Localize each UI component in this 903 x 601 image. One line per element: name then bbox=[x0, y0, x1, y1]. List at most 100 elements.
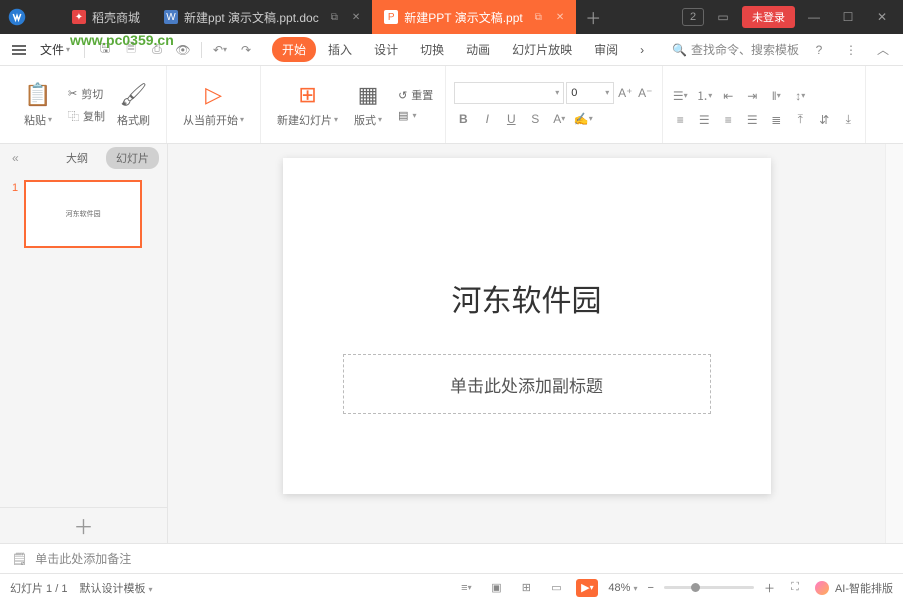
copy-button[interactable]: ⿻复制 bbox=[64, 106, 109, 126]
close-icon[interactable]: ✕ bbox=[556, 12, 564, 23]
bold-button[interactable]: B bbox=[454, 110, 472, 128]
bullets-button[interactable]: ☰▾ bbox=[671, 87, 689, 105]
slide[interactable]: 河东软件园 单击此处添加副标题 bbox=[283, 158, 771, 494]
collapse-ribbon-icon[interactable]: ︿ bbox=[871, 38, 895, 62]
group-slideshow: ▷ 从当前开始▾ bbox=[167, 66, 261, 143]
login-button[interactable]: 未登录 bbox=[742, 6, 795, 28]
template-name[interactable]: 默认设计模板 ▾ bbox=[79, 580, 152, 596]
tab-review[interactable]: 审阅 bbox=[584, 37, 628, 62]
maximize-button[interactable]: ☐ bbox=[833, 3, 863, 31]
tab-doc[interactable]: W 新建ppt 演示文稿.ppt.doc ⧉ ✕ bbox=[152, 0, 372, 34]
increase-indent-button[interactable]: ⇥ bbox=[743, 87, 761, 105]
help-icon[interactable]: ? bbox=[807, 38, 831, 62]
highlight-button[interactable]: ✍▾ bbox=[574, 110, 592, 128]
ai-label: AI-智能排版 bbox=[835, 580, 893, 596]
zoom-in-button[interactable]: ＋ bbox=[764, 580, 775, 596]
reading-view-icon[interactable]: ▭ bbox=[546, 579, 566, 597]
tab-slideshow[interactable]: 幻灯片放映 bbox=[502, 37, 582, 62]
align-left-button[interactable]: ≡ bbox=[671, 111, 689, 129]
collapse-panel-icon[interactable]: « bbox=[8, 151, 23, 165]
preview-icon[interactable]: 👁 bbox=[171, 38, 195, 62]
strikethrough-button[interactable]: S bbox=[526, 110, 544, 128]
increase-font-icon[interactable]: A⁺ bbox=[616, 84, 634, 102]
search-icon: 🔍 bbox=[672, 43, 687, 57]
layout-button[interactable]: ▦ 版式▾ bbox=[346, 78, 390, 132]
save-icon[interactable]: 🖫 bbox=[93, 38, 117, 62]
align-bottom-button[interactable]: ⤓ bbox=[839, 111, 857, 129]
file-menu[interactable]: 文件▾ bbox=[34, 41, 76, 58]
cut-button[interactable]: ✂剪切 bbox=[64, 84, 109, 104]
underline-button[interactable]: U bbox=[502, 110, 520, 128]
layout-icon: ▦ bbox=[358, 82, 379, 108]
tab-start[interactable]: 开始 bbox=[272, 37, 316, 62]
zoom-percent[interactable]: 48% ▾ bbox=[608, 582, 637, 594]
tab-animation[interactable]: 动画 bbox=[456, 37, 500, 62]
line-spacing-button[interactable]: ‖▾ bbox=[767, 87, 785, 105]
slide-title[interactable]: 河东软件园 bbox=[283, 276, 771, 320]
minimize-button[interactable]: — bbox=[799, 3, 829, 31]
font-color-button[interactable]: A▾ bbox=[550, 110, 568, 128]
tab-transition[interactable]: 切换 bbox=[410, 37, 454, 62]
close-icon[interactable]: ✕ bbox=[352, 12, 360, 23]
new-slide-button[interactable]: ⊞ 新建幻灯片▾ bbox=[269, 78, 346, 132]
slide-subtitle-placeholder[interactable]: 单击此处添加副标题 bbox=[343, 354, 711, 414]
save-as-icon[interactable]: 🗎 bbox=[119, 38, 143, 62]
paste-button[interactable]: 📋 粘贴▾ bbox=[16, 78, 60, 132]
tab-more[interactable]: › bbox=[630, 39, 654, 61]
slide-panel: « 大纲 幻灯片 1 河东软件园 ＋ bbox=[0, 144, 168, 543]
statusbar: 幻灯片 1 / 1 默认设计模板 ▾ ≡▾ ▣ ⊞ ▭ ▶▾ 48% ▾ − ＋… bbox=[0, 573, 903, 601]
fit-window-icon[interactable]: ⛶ bbox=[785, 579, 805, 597]
slideshow-button[interactable]: ▶▾ bbox=[576, 579, 598, 597]
outline-tab[interactable]: 大纲 bbox=[56, 147, 98, 169]
docer-icon: ✦ bbox=[72, 10, 86, 24]
tab-count-badge[interactable]: 2 bbox=[682, 8, 704, 26]
font-family-select[interactable]: ▾ bbox=[454, 82, 564, 104]
tab-ppt-active[interactable]: P 新建PPT 演示文稿.ppt ⧉ ✕ bbox=[372, 0, 576, 34]
format-painter-button[interactable]: 🖌 格式刷 bbox=[109, 78, 158, 132]
add-slide-button[interactable]: ＋ bbox=[0, 507, 167, 543]
notes-view-icon[interactable]: ≡▾ bbox=[456, 579, 476, 597]
tab-insert[interactable]: 插入 bbox=[318, 37, 362, 62]
add-tab-button[interactable]: ＋ bbox=[576, 5, 610, 29]
tab-window-icon[interactable]: ⧉ bbox=[535, 12, 542, 23]
more-icon[interactable]: ⋮ bbox=[839, 38, 863, 62]
menu-icon[interactable]: ▭ bbox=[708, 3, 738, 31]
text-direction-button[interactable]: ↕▾ bbox=[791, 87, 809, 105]
align-top-button[interactable]: ⤒ bbox=[791, 111, 809, 129]
numbering-button[interactable]: ⒈▾ bbox=[695, 87, 713, 105]
right-sidebar[interactable] bbox=[885, 144, 903, 543]
align-middle-button[interactable]: ⇵ bbox=[815, 111, 833, 129]
thumbnail-preview[interactable]: 河东软件园 bbox=[24, 180, 142, 248]
thumbnail-number: 1 bbox=[12, 180, 18, 248]
zoom-out-button[interactable]: − bbox=[648, 582, 654, 594]
notes-icon: 🗒 bbox=[12, 552, 27, 566]
tab-design[interactable]: 设计 bbox=[364, 37, 408, 62]
distribute-button[interactable]: ≣ bbox=[767, 111, 785, 129]
print-icon[interactable]: ⎙ bbox=[145, 38, 169, 62]
section-button[interactable]: ▤▾ bbox=[394, 107, 437, 124]
thumbnail-item[interactable]: 1 河东软件园 bbox=[12, 180, 155, 248]
from-current-button[interactable]: ▷ 从当前开始▾ bbox=[175, 78, 252, 132]
reset-button[interactable]: ↺重置 bbox=[394, 85, 437, 105]
brush-icon: 🖌 bbox=[120, 82, 148, 108]
notes-bar[interactable]: 🗒 单击此处添加备注 bbox=[0, 543, 903, 573]
align-center-button[interactable]: ☰ bbox=[695, 111, 713, 129]
decrease-font-icon[interactable]: A⁻ bbox=[636, 84, 654, 102]
tab-window-icon[interactable]: ⧉ bbox=[331, 12, 338, 23]
align-right-button[interactable]: ≡ bbox=[719, 111, 737, 129]
redo-icon[interactable]: ↷ bbox=[234, 38, 258, 62]
hamburger-icon[interactable] bbox=[8, 41, 30, 59]
close-button[interactable]: ✕ bbox=[867, 3, 897, 31]
zoom-slider[interactable] bbox=[664, 586, 754, 589]
font-size-select[interactable]: 0▾ bbox=[566, 82, 614, 104]
decrease-indent-button[interactable]: ⇤ bbox=[719, 87, 737, 105]
tab-docer[interactable]: ✦ 稻壳商城 bbox=[60, 0, 152, 34]
ai-layout-button[interactable]: AI-智能排版 bbox=[815, 580, 893, 596]
search-command[interactable]: 🔍 查找命令、搜索模板 bbox=[672, 41, 799, 58]
justify-button[interactable]: ☰ bbox=[743, 111, 761, 129]
undo-icon[interactable]: ↶▾ bbox=[208, 38, 232, 62]
italic-button[interactable]: I bbox=[478, 110, 496, 128]
normal-view-icon[interactable]: ▣ bbox=[486, 579, 506, 597]
slides-tab[interactable]: 幻灯片 bbox=[106, 147, 159, 169]
sorter-view-icon[interactable]: ⊞ bbox=[516, 579, 536, 597]
